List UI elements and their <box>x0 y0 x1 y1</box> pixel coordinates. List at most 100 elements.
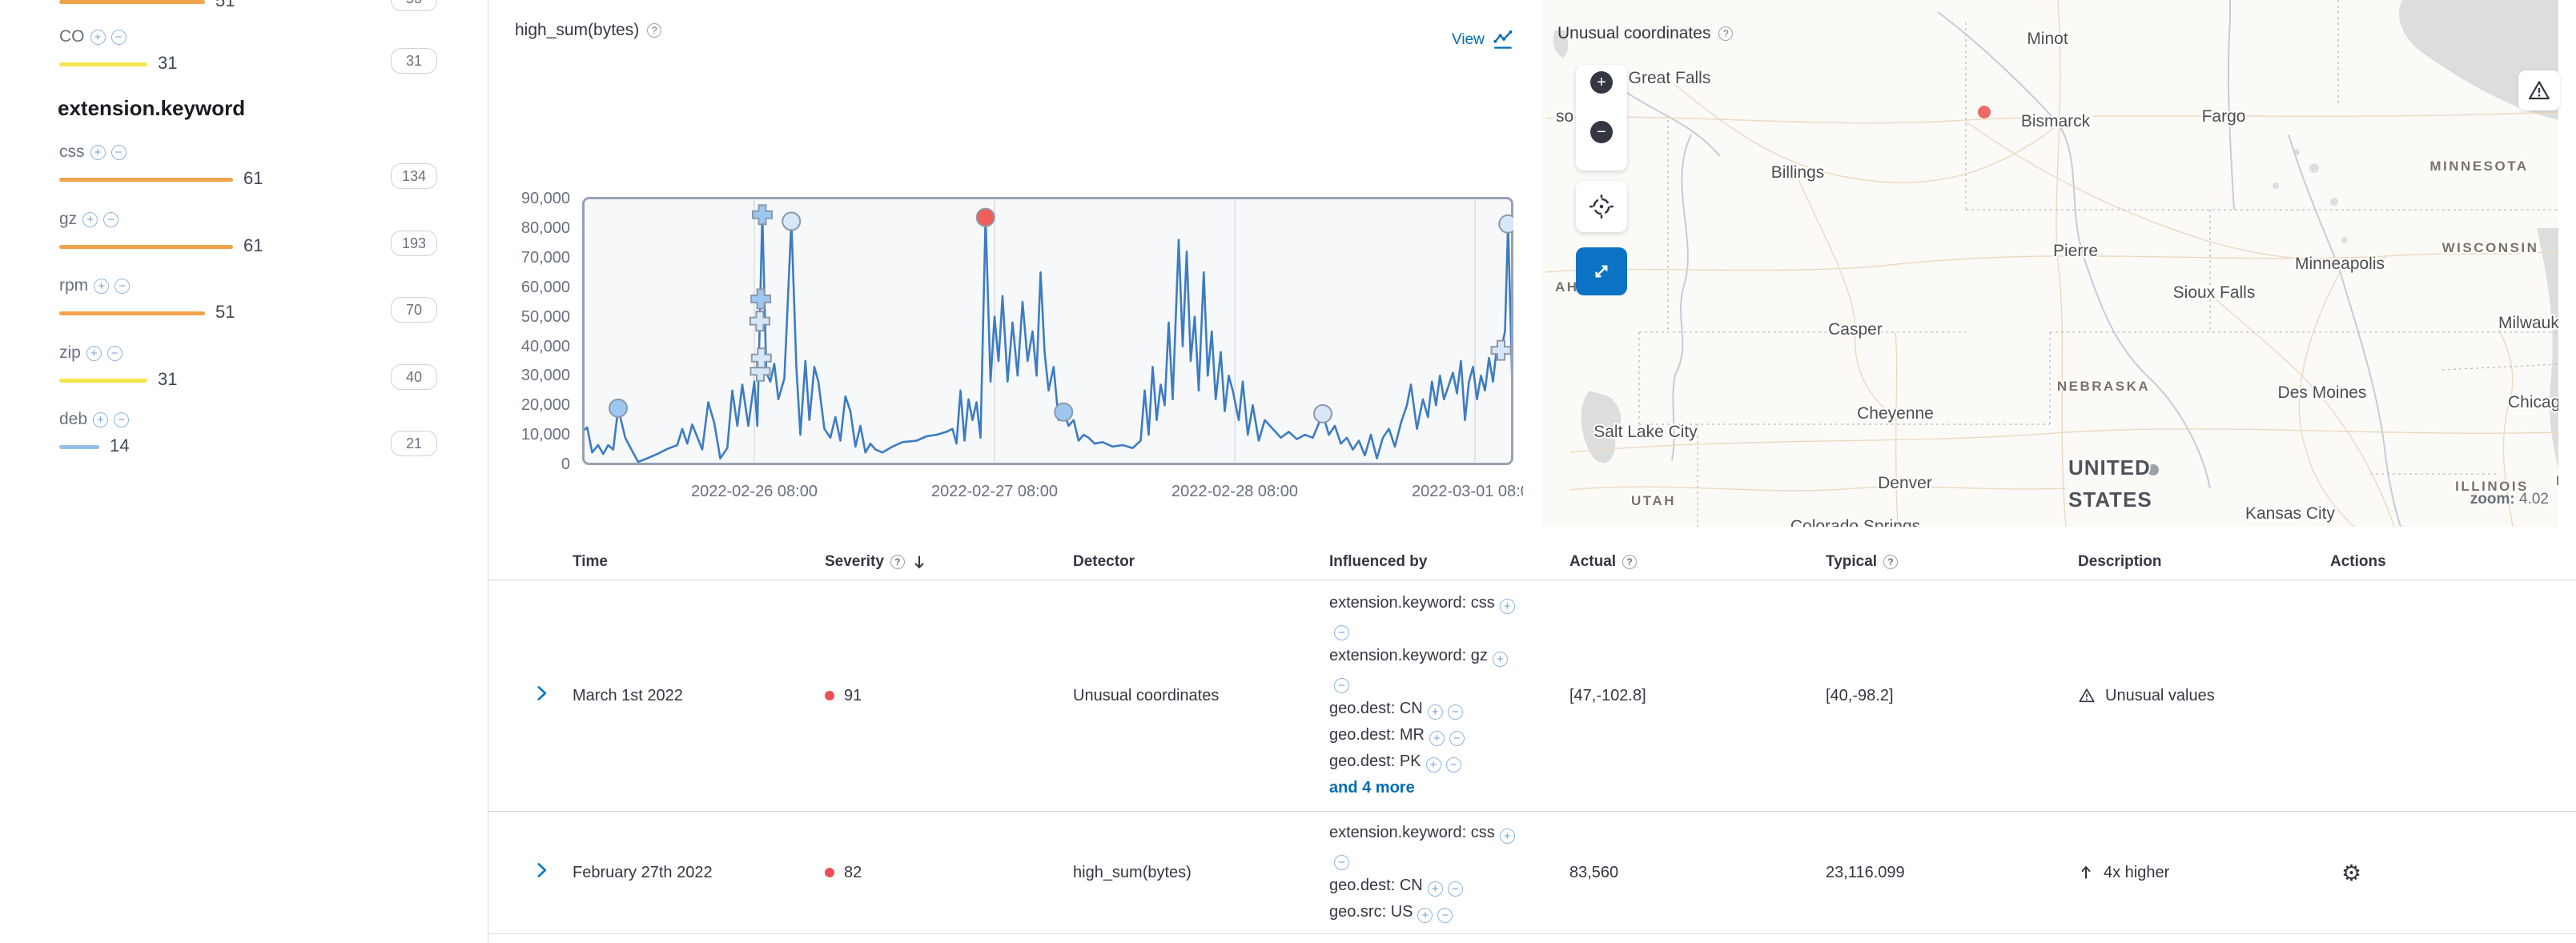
influencer-label: zip+− <box>59 343 123 363</box>
help-icon[interactable]: ? <box>647 23 661 38</box>
header-typical: Typical? <box>1826 553 2078 571</box>
influencer-label: css+− <box>59 142 127 162</box>
arrow-up-icon <box>2078 865 2094 881</box>
map-warning-button[interactable] <box>2518 70 2560 110</box>
add-filter-icon[interactable]: + <box>1500 829 1515 844</box>
influenced-by-item: geo.dest: MR+− <box>1329 722 1515 748</box>
gear-icon[interactable]: ⚙ <box>2341 861 2361 885</box>
influencer-score-bar <box>59 311 205 315</box>
remove-filter-icon[interactable]: − <box>1449 731 1465 746</box>
influencer-max-score: 31 <box>158 369 177 390</box>
influenced-by-item: geo.src: US+− <box>1329 899 1515 925</box>
show-more-influencers-link[interactable]: and 4 more <box>1329 775 1515 801</box>
add-filter-icon[interactable]: + <box>1429 731 1445 746</box>
remove-filter-icon[interactable]: − <box>1446 757 1461 772</box>
chart-frame <box>584 199 1513 464</box>
remove-filter-icon[interactable]: − <box>103 212 119 227</box>
remove-filter-icon[interactable]: − <box>1448 881 1463 897</box>
map-state-label: UTAH <box>1631 493 1676 508</box>
add-filter-icon[interactable]: + <box>1428 881 1443 897</box>
anomaly-actual: [47,-102.8] <box>1569 687 1826 705</box>
remove-filter-icon[interactable]: − <box>1448 704 1463 720</box>
map-city-label: Sioux Falls <box>2173 283 2256 302</box>
help-icon[interactable]: ? <box>1622 555 1637 569</box>
influencer-count-badge: 53 <box>391 0 437 11</box>
map-anomaly-dot-red[interactable] <box>1978 106 1991 118</box>
header-description: Description <box>2078 553 2330 571</box>
map-canvas[interactable]: MinotGreat FallssoBillingsBismarckFargoM… <box>1505 0 2558 527</box>
influencer-max-score: 61 <box>243 168 263 189</box>
influenced-by-list: extension.keyword: css+−extension.keywor… <box>1329 590 1515 801</box>
map-lake <box>2309 163 2319 173</box>
anomaly-severity: 91 <box>825 687 1073 705</box>
map-state-label: WISCONSIN <box>2442 240 2539 255</box>
influencer-label: CO+− <box>59 27 127 46</box>
influenced-by-list: extension.keyword: css+−geo.dest: CN+−ge… <box>1329 820 1515 925</box>
add-filter-icon[interactable]: + <box>86 346 102 361</box>
anomalies-table: Time Severity ? Detector Influenced by A… <box>488 544 2576 934</box>
influenced-by-item: extension.keyword: css+− <box>1329 820 1515 873</box>
view-link-label: View <box>1452 31 1485 49</box>
remove-filter-icon[interactable]: − <box>1334 678 1349 693</box>
map-panel: MinotGreat FallssoBillingsBismarckFargoM… <box>1505 0 2558 527</box>
anomaly-marker-circle[interactable] <box>1055 403 1072 421</box>
anomaly-typical: 23,116.099 <box>1826 864 2078 882</box>
help-icon[interactable]: ? <box>890 555 905 569</box>
map-city-label: Salt Lake City <box>1593 423 1698 441</box>
influencer-score-bar <box>59 245 233 249</box>
remove-filter-icon[interactable]: − <box>1334 625 1349 640</box>
y-axis-tick-label: 90,000 <box>480 190 570 208</box>
map-city-label: Milwaukee <box>2498 314 2558 332</box>
add-filter-icon[interactable]: + <box>1426 757 1441 772</box>
anomaly-marker-circle[interactable] <box>782 212 800 230</box>
chevron-right-icon[interactable] <box>531 683 552 704</box>
add-filter-icon[interactable]: + <box>1500 599 1515 614</box>
influencer-section-title: extension.keyword <box>58 96 245 121</box>
anomaly-marker-circle[interactable] <box>1314 405 1332 423</box>
add-filter-icon[interactable]: + <box>93 412 108 427</box>
map-zoom-level: zoom: 4.02 <box>2470 491 2549 508</box>
remove-filter-icon[interactable]: − <box>115 279 130 294</box>
y-axis-tick-label: 40,000 <box>480 338 570 356</box>
x-axis-tick-label: 2022-02-26 08:00 <box>682 483 826 501</box>
chevron-right-icon[interactable] <box>531 860 552 881</box>
warning-triangle-icon <box>2078 687 2096 704</box>
add-filter-icon[interactable]: + <box>1493 652 1508 667</box>
map-city-label: Pierre <box>2053 242 2098 260</box>
map-zoom-out-button[interactable]: − <box>1590 121 1613 143</box>
remove-filter-icon[interactable]: − <box>111 145 127 160</box>
remove-filter-icon[interactable]: − <box>107 346 123 361</box>
add-filter-icon[interactable]: + <box>82 212 98 227</box>
help-icon[interactable]: ? <box>1883 555 1898 569</box>
anomaly-line-chart[interactable] <box>582 197 1513 468</box>
remove-filter-icon[interactable]: − <box>114 412 129 427</box>
map-locate-button[interactable] <box>1576 181 1627 232</box>
add-filter-icon[interactable]: + <box>90 145 106 160</box>
map-city-label: Cheyenne <box>1857 404 1934 423</box>
map-lake <box>2273 183 2279 189</box>
influencer-max-score: 31 <box>158 53 177 74</box>
map-lake <box>2341 237 2348 243</box>
header-severity[interactable]: Severity ? <box>825 553 1073 571</box>
add-filter-icon[interactable]: + <box>94 279 109 294</box>
help-icon[interactable]: ? <box>1718 26 1733 41</box>
map-zoom-in-button[interactable]: + <box>1590 71 1613 94</box>
anomaly-marker-circle[interactable] <box>977 209 995 227</box>
anomaly-marker-circle[interactable] <box>609 399 627 417</box>
y-axis-tick-label: 10,000 <box>480 426 570 444</box>
y-axis-tick-label: 50,000 <box>480 308 570 327</box>
crosshair-icon <box>1588 193 1615 220</box>
remove-filter-icon[interactable]: − <box>1334 855 1349 870</box>
add-filter-icon[interactable]: + <box>1428 704 1443 720</box>
influencer-label: deb+− <box>59 410 129 429</box>
add-filter-icon[interactable]: + <box>1417 908 1433 923</box>
map-expand-button[interactable] <box>1576 247 1627 295</box>
add-filter-icon[interactable]: + <box>90 30 106 45</box>
x-axis-tick-label: 2022-02-27 08:00 <box>922 483 1067 501</box>
chart-panel-title: high_sum(bytes) ? <box>515 21 661 40</box>
influencer-max-score: 14 <box>110 435 129 456</box>
remove-filter-icon[interactable]: − <box>1437 908 1453 923</box>
table-header-row: Time Severity ? Detector Influenced by A… <box>488 544 2576 580</box>
remove-filter-icon[interactable]: − <box>111 30 127 45</box>
map-zoom-control: + − <box>1576 65 1627 171</box>
